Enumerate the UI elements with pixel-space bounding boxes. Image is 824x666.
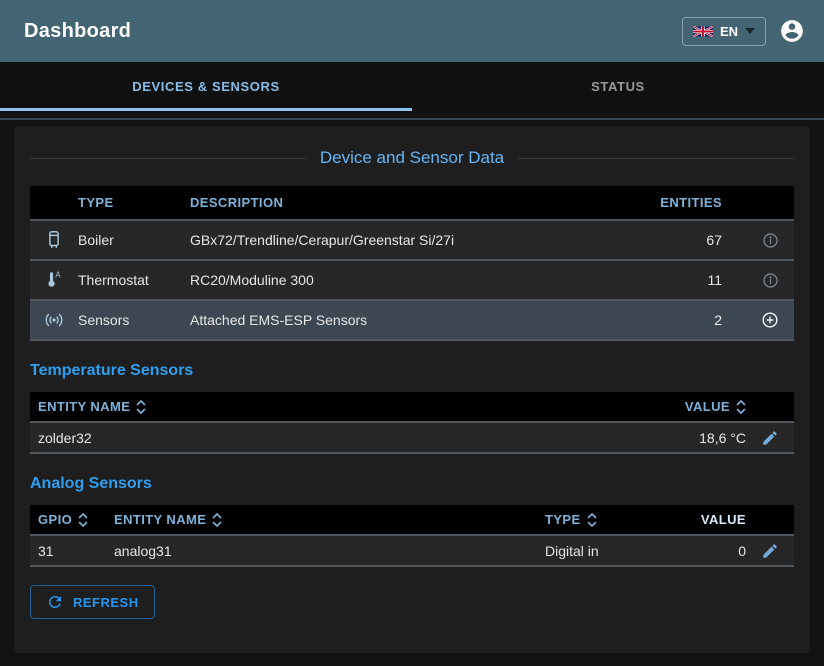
sort-icon[interactable]: [78, 512, 88, 528]
title-divider-left: [30, 158, 306, 159]
device-description: RC20/Moduline 300: [190, 272, 636, 288]
analog-sensors-heading: Analog Sensors: [30, 475, 794, 493]
edit-icon[interactable]: [746, 542, 794, 560]
col-value: VALUE: [616, 399, 746, 415]
col-gpio: GPIO: [30, 512, 114, 528]
col-type: TYPE: [537, 512, 657, 528]
device-type: Thermostat: [78, 272, 190, 288]
analog-sensors-table: GPIO ENTITY NAME TYPE: [30, 505, 794, 567]
thermostat-icon: A: [30, 269, 78, 291]
table-row-analog31: 31 analog31 Digital in 0: [30, 536, 794, 567]
sensor-type: Digital in: [537, 543, 657, 559]
device-description: Attached EMS-ESP Sensors: [190, 312, 636, 328]
add-circle-icon[interactable]: [746, 310, 794, 330]
refresh-button[interactable]: REFRESH: [30, 585, 155, 619]
temperature-table-header: ENTITY NAME VALUE: [30, 392, 794, 423]
temperature-sensors-heading: Temperature Sensors: [30, 362, 794, 380]
tab-status[interactable]: STATUS: [412, 62, 824, 111]
uk-flag-icon: [693, 26, 713, 37]
sensors-icon: [30, 309, 78, 331]
device-entities-count: 11: [636, 272, 746, 288]
sensor-entity-name: analog31: [114, 543, 537, 559]
table-row-sensors[interactable]: Sensors Attached EMS-ESP Sensors 2: [30, 301, 794, 341]
sensor-gpio: 31: [30, 543, 114, 559]
refresh-icon: [46, 593, 64, 611]
card-title: Device and Sensor Data: [320, 148, 504, 168]
col-type: TYPE: [78, 195, 190, 210]
sort-icon[interactable]: [587, 512, 597, 528]
device-type: Boiler: [78, 232, 190, 248]
boiler-icon: [30, 229, 78, 251]
sort-icon[interactable]: [212, 512, 222, 528]
dashboard-card: Device and Sensor Data TYPE DESCRIPTION …: [14, 126, 810, 653]
analog-table-header: GPIO ENTITY NAME TYPE: [30, 505, 794, 536]
devices-table: TYPE DESCRIPTION ENTITIES Boiler GBx72/T…: [30, 186, 794, 341]
sensor-value: 0: [657, 543, 746, 559]
app-bar-actions: EN: [682, 17, 805, 46]
info-icon[interactable]: [746, 271, 794, 290]
device-entities-count: 67: [636, 232, 746, 248]
temperature-sensors-table: ENTITY NAME VALUE zolder32 18,6 °C: [30, 392, 794, 454]
account-circle-icon: [779, 18, 805, 44]
account-button[interactable]: [779, 18, 805, 44]
devices-table-header: TYPE DESCRIPTION ENTITIES: [30, 186, 794, 221]
language-label: EN: [720, 24, 738, 39]
table-row-zolder32: zolder32 18,6 °C: [30, 423, 794, 454]
col-entities: ENTITIES: [636, 195, 746, 210]
title-divider-right: [518, 158, 794, 159]
col-entity-name: ENTITY NAME: [114, 512, 537, 528]
refresh-label: REFRESH: [73, 595, 139, 610]
page-title: Dashboard: [24, 20, 131, 43]
device-description: GBx72/Trendline/Cerapur/Greenstar Si/27i: [190, 232, 636, 248]
app-bar: Dashboard EN: [0, 0, 824, 62]
device-entities-count: 2: [636, 312, 746, 328]
edit-icon[interactable]: [746, 429, 794, 447]
appbar-shadow-divider: [0, 118, 824, 120]
caret-down-icon: [745, 28, 755, 34]
tab-bar: DEVICES & SENSORS STATUS: [0, 62, 824, 111]
col-description: DESCRIPTION: [190, 195, 636, 210]
sort-icon[interactable]: [736, 399, 746, 415]
col-value[interactable]: VALUE: [657, 512, 746, 527]
sensor-value: 18,6 °C: [616, 430, 746, 446]
card-title-row: Device and Sensor Data: [30, 148, 794, 168]
sort-icon[interactable]: [136, 399, 146, 415]
tab-devices-sensors[interactable]: DEVICES & SENSORS: [0, 62, 412, 111]
device-type: Sensors: [78, 312, 190, 328]
table-row-thermostat[interactable]: A Thermostat RC20/Moduline 300 11: [30, 261, 794, 301]
language-selector[interactable]: EN: [682, 17, 766, 46]
app-window: Dashboard EN: [0, 0, 824, 666]
table-row-boiler[interactable]: Boiler GBx72/Trendline/Cerapur/Greenstar…: [30, 221, 794, 261]
sensor-entity-name: zolder32: [30, 430, 616, 446]
svg-text:A: A: [55, 271, 61, 280]
info-icon[interactable]: [746, 231, 794, 250]
active-tab-indicator: [0, 108, 412, 111]
col-entity-name: ENTITY NAME: [30, 399, 616, 415]
